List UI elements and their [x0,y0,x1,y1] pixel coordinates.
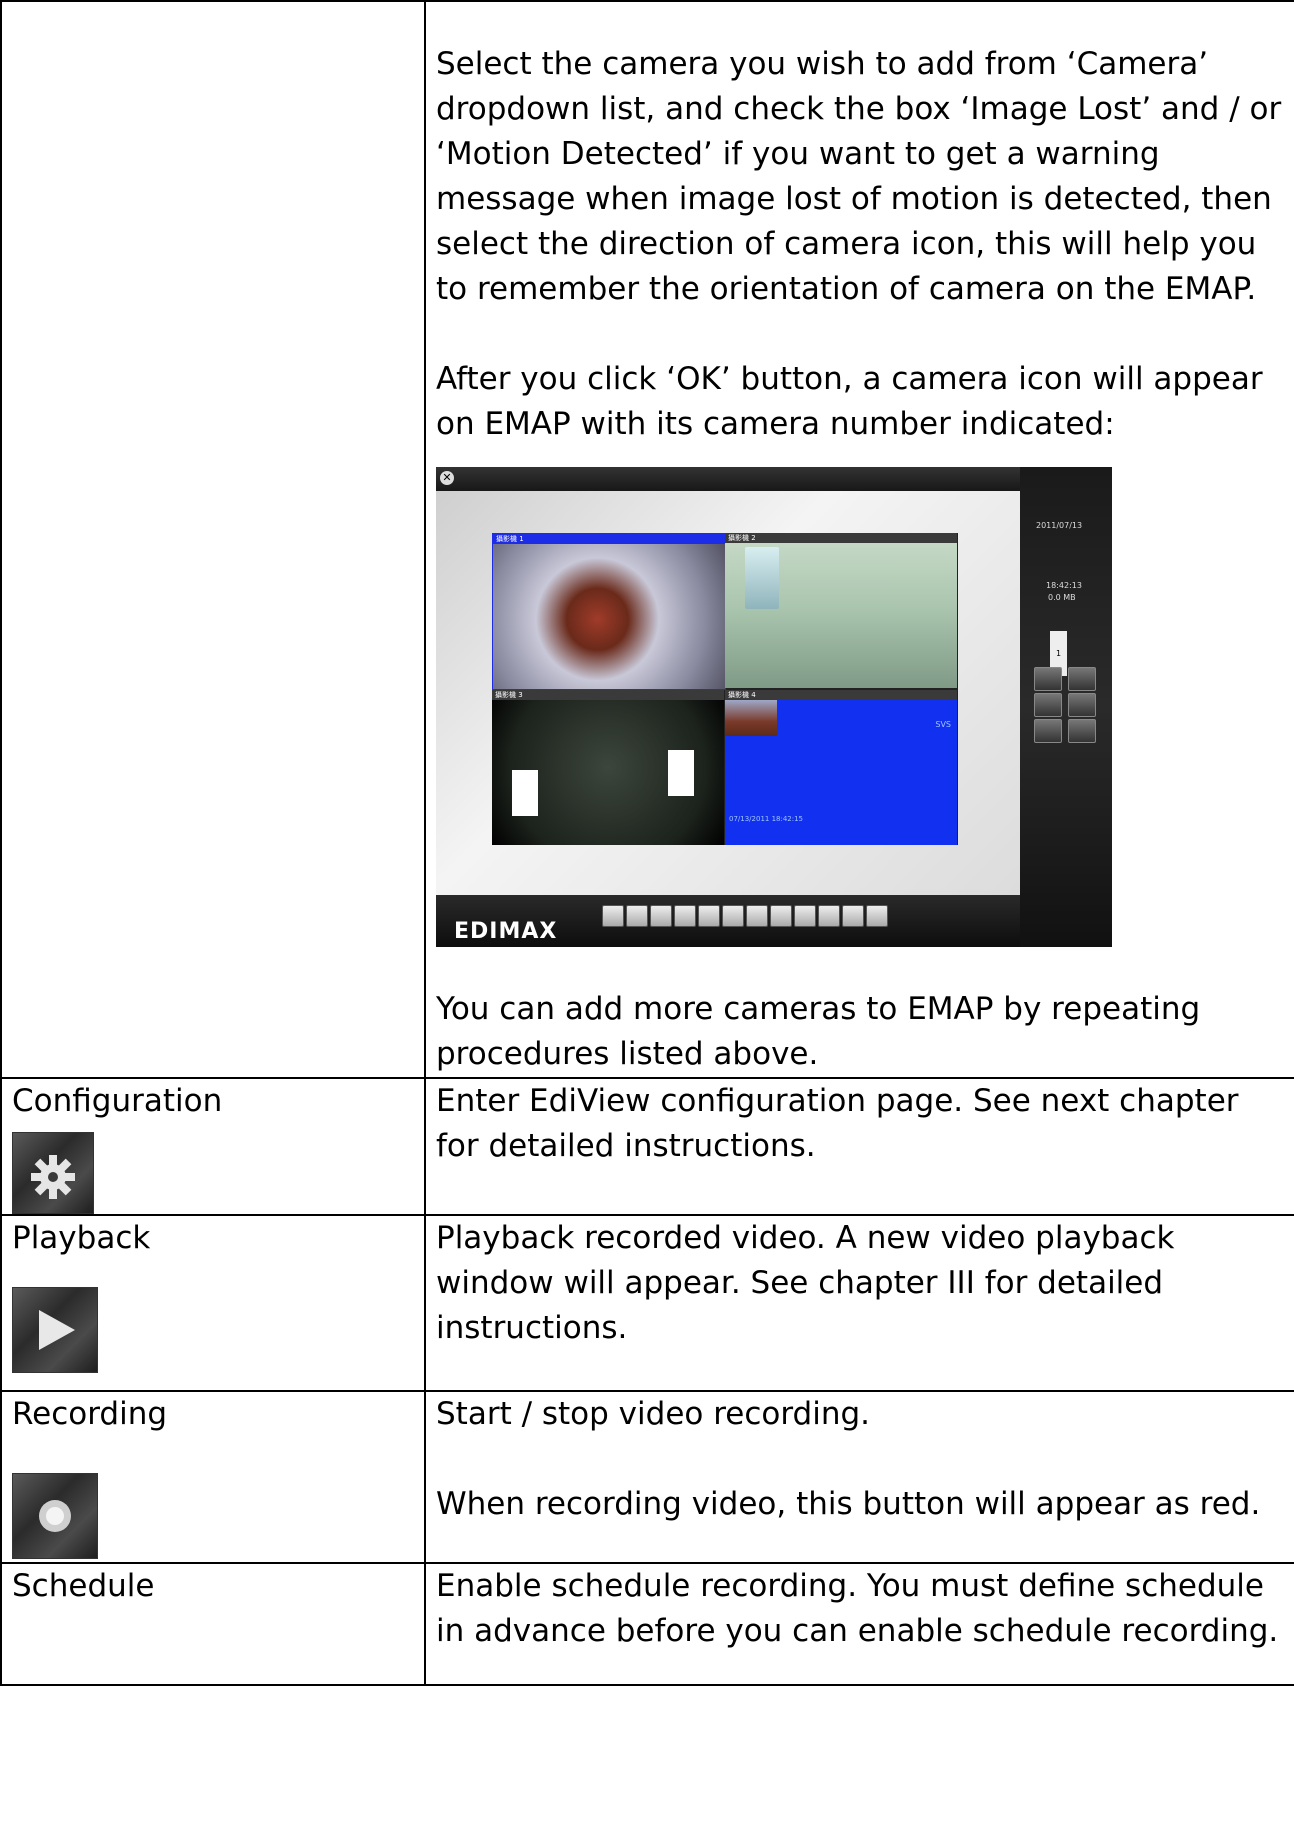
record-button[interactable] [1034,719,1062,743]
paragraph: Enable schedule recording. You must defi… [436,1568,1279,1649]
paragraph: Select the camera you wish to add from ‘… [436,46,1282,307]
sequence-button[interactable] [866,905,888,927]
layout-button[interactable] [770,905,792,927]
table-row: Schedule Enable schedule recording. You … [0,1562,1294,1686]
layout-button[interactable] [794,905,816,927]
fullscreen-button[interactable] [842,905,864,927]
layout-button[interactable] [818,905,840,927]
row-description: Playback recorded video. A new video pla… [424,1214,1294,1392]
paragraph: When recording video, this button will a… [436,1486,1261,1522]
camera-label: 攝影機 1 [493,534,725,544]
play-button[interactable] [1068,693,1096,717]
table-row: Select the camera you wish to add from ‘… [0,0,1294,1079]
row-title: Recording [12,1396,168,1432]
row-title: Playback [12,1220,151,1256]
camera-button[interactable] [1034,667,1062,691]
camera-label: 攝影機 2 [725,533,957,543]
row-label [0,0,426,1079]
row-label: Playback [0,1214,426,1392]
edimax-logo: EDIMAX [454,919,558,944]
paragraph: Start / stop video recording. [436,1396,871,1432]
gear-button[interactable] [1034,693,1062,717]
paragraph: After you click ‘OK’ button, a camera ic… [436,361,1263,442]
close-icon: ✕ [440,471,454,485]
camera-label: 攝影機 4 [725,690,957,700]
paragraph: You can add more cameras to EMAP by repe… [436,991,1201,1072]
camera-label: 攝影機 3 [492,690,724,700]
row-label: Recording [0,1390,426,1564]
gear-icon [12,1132,94,1214]
control-panel: 2011/07/13 18:42:13 0.0 MB 1 [1020,467,1112,947]
feature-table: Select the camera you wish to add from ‘… [0,0,1294,1686]
row-label: Schedule [0,1562,426,1686]
light-panel [512,770,538,816]
camera-view-1: 攝影機 1 [492,533,726,690]
light-panel [668,750,694,796]
table-row: Recording Start / stop video recording. … [0,1390,1294,1564]
size-label: 0.0 MB [1048,593,1076,602]
layout-button[interactable] [650,905,672,927]
layout-button[interactable] [722,905,744,927]
camera-grid: 攝影機 1 攝影機 2 攝影機 3 攝影機 4 SVS 07/13/2011 1… [492,533,958,845]
ediview-screenshot: ✕ 攝影機 1 攝影機 2 攝影機 3 攝影機 4 SVS 07/13/2011… [436,467,1112,947]
play-icon [12,1287,98,1373]
layout-button[interactable] [602,905,624,927]
row-description: Enable schedule recording. You must defi… [424,1562,1294,1686]
timestamp-label: 07/13/2011 18:42:15 [729,815,804,823]
paragraph: Playback recorded video. A new video pla… [436,1220,1175,1346]
layout-toolbar: EDIMAX [436,895,1020,947]
layout-button[interactable] [674,905,696,927]
layout-button[interactable] [698,905,720,927]
layout-button[interactable] [746,905,768,927]
date-label: 2011/07/13 [1036,521,1083,530]
record-icon [12,1473,98,1559]
schedule-button[interactable] [1068,719,1096,743]
paragraph: Enter EdiView configuration page. See ne… [436,1083,1239,1164]
table-row: Configuration Enter EdiView configuratio… [0,1077,1294,1216]
table-row: Playback Playback recorded video. A new … [0,1214,1294,1392]
camera-view-2: 攝影機 2 [725,533,957,688]
row-label: Configuration [0,1077,426,1216]
row-description: Enter EdiView configuration page. See ne… [424,1077,1294,1216]
layout-button[interactable] [1068,667,1096,691]
camera-view-3: 攝影機 3 [492,690,724,845]
overlay-label: SVS [935,720,951,729]
cup-image [745,547,779,609]
row-description: Start / stop video recording. When recor… [424,1390,1294,1564]
thumbnail-image [725,700,777,736]
row-title: Schedule [12,1568,155,1604]
camera-view-4: 攝影機 4 SVS 07/13/2011 18:42:15 [725,690,957,845]
layout-button[interactable] [626,905,648,927]
row-description: Select the camera you wish to add from ‘… [424,0,1294,1079]
row-title: Configuration [12,1083,223,1119]
